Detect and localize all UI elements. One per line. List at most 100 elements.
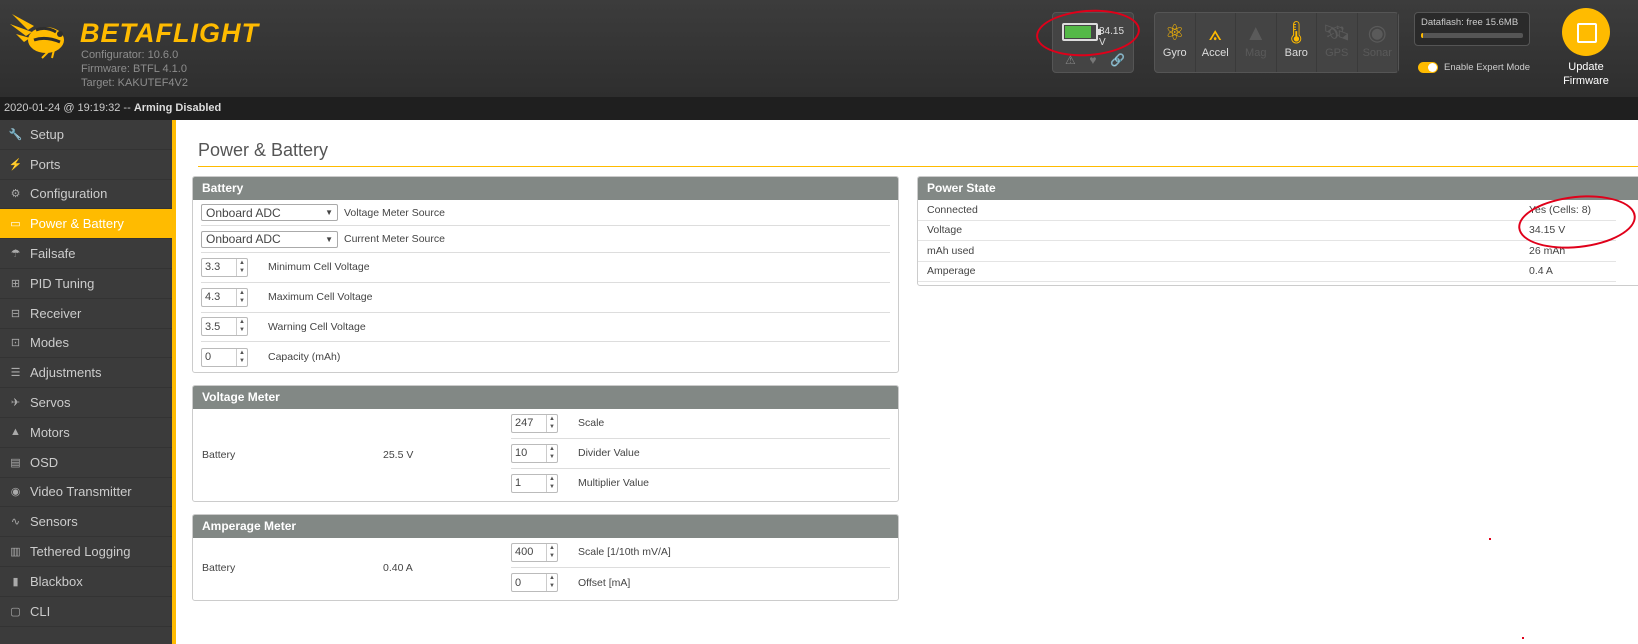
amperage-scale-input[interactable]: 400 ▲ ▼ bbox=[511, 542, 558, 562]
spinner-icon[interactable]: ▲ ▼ bbox=[546, 543, 557, 561]
sonar-icon: ◉ bbox=[1367, 20, 1387, 45]
amperage-scale-label: Scale [1/10th mV/A] bbox=[578, 546, 671, 559]
red-annotation-dot bbox=[1522, 637, 1524, 639]
capacity-row: 0 ▲ ▼ Capacity (mAh) bbox=[201, 342, 890, 372]
sidebar-item-ports[interactable]: ⚡ Ports bbox=[0, 150, 172, 180]
power-state-label: mAh used bbox=[927, 244, 975, 257]
power-state-label: Amperage bbox=[927, 265, 976, 278]
sensor-baro: 🌡 Baro bbox=[1277, 13, 1317, 72]
spinner-icon[interactable]: ▲ ▼ bbox=[236, 318, 247, 336]
sensor-label: Mag bbox=[1245, 47, 1267, 59]
sidebar-item-tethered-logging[interactable]: ▥ Tethered Logging bbox=[0, 537, 172, 567]
sidebar-item-label: Motors bbox=[30, 424, 70, 440]
modes-icon: ⊡ bbox=[10, 337, 21, 350]
sidebar-item-configuration[interactable]: ⚙ Configuration bbox=[0, 180, 172, 210]
power-state-row: Voltage 34.15 V bbox=[918, 221, 1616, 241]
sidebar-item-label: Adjustments bbox=[30, 365, 102, 381]
arming-status: Arming Disabled bbox=[133, 102, 222, 114]
wrench-icon: 🔧 bbox=[8, 128, 23, 141]
power-state-label: Voltage bbox=[927, 224, 963, 237]
voltage-scale-row: 247 ▲ ▼ Scale bbox=[193, 409, 898, 439]
sensor-status-strip: ⚛ Gyro ⟑ Accel ▲ Mag 🌡 Baro 🛰 GPS ◉ Sonar bbox=[1154, 12, 1399, 73]
update-firmware-button[interactable]: Update Firmware bbox=[1552, 8, 1620, 88]
voltage-meter-source-select[interactable]: Onboard ADC ▼ bbox=[201, 204, 338, 221]
voltage-divider-input[interactable]: 10 ▲ ▼ bbox=[511, 443, 558, 463]
motor-icon: ▲ bbox=[10, 426, 21, 439]
vtx-icon: ◉ bbox=[10, 486, 21, 499]
spinner-icon[interactable]: ▲ ▼ bbox=[546, 574, 557, 592]
amperage-offset-row: 0 ▲ ▼ Offset [mA] bbox=[193, 568, 898, 598]
sidebar-item-failsafe[interactable]: ☂ Failsafe bbox=[0, 239, 172, 269]
sidebar-item-label: CLI bbox=[30, 603, 51, 619]
sidebar-item-sensors[interactable]: ∿ Sensors bbox=[0, 507, 172, 538]
sensor-sonar: ◉ Sonar bbox=[1358, 13, 1398, 72]
voltage-scale-input[interactable]: 247 ▲ ▼ bbox=[511, 413, 558, 433]
sidebar-nav: 🔧 Setup ⚡ Ports ⚙ Configuration ▭ Power & Batte… bbox=[0, 120, 176, 644]
sidebar-item-power-battery[interactable]: ▭ Power & Battery bbox=[0, 209, 172, 240]
amperage-offset-input[interactable]: 0 ▲ ▼ bbox=[511, 573, 558, 593]
warning-cell-voltage-input[interactable]: 3.5 ▲ ▼ bbox=[201, 317, 248, 337]
sensor-mag: ▲ Mag bbox=[1236, 13, 1277, 72]
link-icon: 🔗 bbox=[1110, 53, 1125, 67]
power-state-row: mAh used 26 mAh bbox=[918, 241, 1616, 262]
sidebar-item-servos[interactable]: ✈ Servos bbox=[0, 388, 172, 418]
sidebar-item-cli[interactable]: ▢ CLI bbox=[0, 597, 172, 627]
sidebar-item-label: Configuration bbox=[30, 186, 108, 202]
voltage-multiplier-input[interactable]: 1 ▲ ▼ bbox=[511, 473, 558, 493]
min-cell-row: 3.3 ▲ ▼ Minimum Cell Voltage bbox=[201, 253, 890, 283]
servo-icon: ✈ bbox=[10, 397, 21, 410]
dataflash-status: Dataflash: free 15.6MB bbox=[1414, 12, 1530, 46]
chip-icon bbox=[1562, 8, 1610, 56]
capacity-input[interactable]: 0 ▲ ▼ bbox=[201, 347, 248, 367]
current-meter-source-label: Current Meter Source bbox=[344, 233, 445, 245]
sidebar-item-motors[interactable]: ▲ Motors bbox=[0, 418, 172, 448]
status-timestamp: 2020-01-24 @ 19:19:32 -- bbox=[4, 102, 134, 114]
sidebar-item-label: Sensors bbox=[30, 514, 78, 530]
spinner-icon[interactable]: ▲ ▼ bbox=[236, 348, 247, 366]
warning-cell-voltage-label: Warning Cell Voltage bbox=[268, 320, 366, 333]
sidebar-item-label: OSD bbox=[30, 454, 59, 470]
sidebar-item-osd[interactable]: ▤ OSD bbox=[0, 448, 172, 478]
spinner-icon[interactable]: ▲ ▼ bbox=[236, 288, 247, 306]
power-state-panel-title: Power State bbox=[918, 177, 1638, 200]
gps-icon: 🛰 bbox=[1322, 20, 1351, 45]
sidebar-item-label: Failsafe bbox=[30, 246, 76, 262]
amperage-offset-label: Offset [mA] bbox=[578, 576, 631, 589]
voltage-scale-label: Scale bbox=[578, 417, 605, 430]
spinner-icon[interactable]: ▲ ▼ bbox=[546, 474, 557, 492]
sidebar-item-modes[interactable]: ⊡ Modes bbox=[0, 329, 172, 359]
spinner-icon[interactable]: ▲ ▼ bbox=[546, 414, 557, 432]
pid-icon: ⊞ bbox=[10, 277, 21, 290]
voltage-meter-panel-title: Voltage Meter bbox=[193, 386, 898, 409]
voltage-divider-row: 10 ▲ ▼ Divider Value bbox=[193, 439, 898, 469]
sidebar-item-setup[interactable]: 🔧 Setup bbox=[0, 120, 172, 150]
current-meter-source-select[interactable]: Onboard ADC ▼ bbox=[201, 230, 338, 248]
cli-icon: ▢ bbox=[10, 605, 21, 618]
voltage-source-row: Onboard ADC ▼ Voltage Meter Source bbox=[201, 200, 890, 226]
sidebar-item-pid-tuning[interactable]: ⊞ PID Tuning bbox=[0, 269, 172, 299]
expert-mode-control[interactable]: Enable Expert Mode bbox=[1418, 62, 1530, 73]
sidebar-item-receiver[interactable]: ⊟ Receiver bbox=[0, 299, 172, 329]
max-cell-row: 4.3 ▲ ▼ Maximum Cell Voltage bbox=[201, 283, 890, 313]
sidebar-item-label: Blackbox bbox=[30, 573, 83, 589]
min-cell-voltage-input[interactable]: 3.3 ▲ ▼ bbox=[201, 257, 248, 277]
max-cell-voltage-input[interactable]: 4.3 ▲ ▼ bbox=[201, 287, 248, 307]
sidebar-item-label: Ports bbox=[30, 156, 61, 172]
sidebar-item-blackbox[interactable]: ▮ Blackbox bbox=[0, 567, 172, 597]
voltage-meter-panel: Voltage Meter Battery 25.5 V 247 ▲ ▼ Scale… bbox=[192, 385, 899, 502]
battery-panel-title: Battery bbox=[193, 177, 898, 200]
power-state-label: Connected bbox=[927, 203, 978, 216]
betaflight-bee-logo-icon bbox=[10, 14, 64, 59]
accel-icon: ⟑ bbox=[1208, 20, 1222, 45]
sidebar-item-label: Modes bbox=[30, 335, 70, 351]
dataflash-usage-bar bbox=[1421, 33, 1523, 38]
expert-mode-toggle[interactable] bbox=[1418, 62, 1438, 73]
voltage-multiplier-label: Multiplier Value bbox=[578, 477, 650, 490]
spinner-icon[interactable]: ▲ ▼ bbox=[546, 444, 557, 462]
power-state-value: 0.4 A bbox=[1529, 265, 1553, 278]
sidebar-item-label: Setup bbox=[30, 126, 64, 142]
chevron-down-icon: ▼ bbox=[325, 234, 333, 244]
spinner-icon[interactable]: ▲ ▼ bbox=[236, 258, 247, 276]
sidebar-item-adjustments[interactable]: ☰ Adjustments bbox=[0, 358, 172, 389]
sidebar-item-video-transmitter[interactable]: ◉ Video Transmitter bbox=[0, 478, 172, 508]
